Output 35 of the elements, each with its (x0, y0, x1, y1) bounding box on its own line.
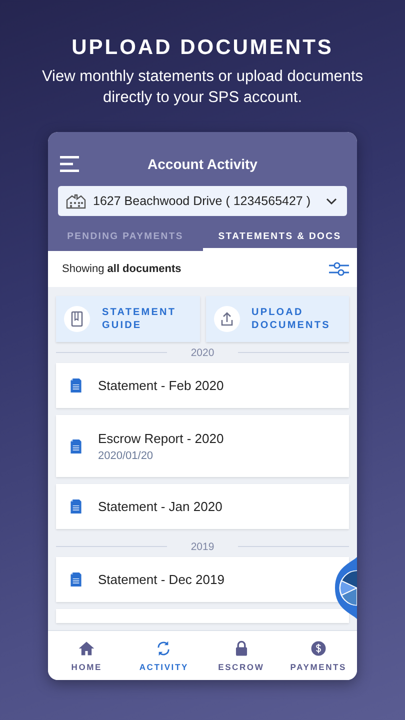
action-button[interactable]: UPLOAD DOCUMENTS (206, 296, 349, 342)
document-title: Statement - Dec 2019 (98, 572, 224, 587)
nav-tab[interactable]: PAYMENTS (280, 631, 357, 680)
document-row[interactable]: Escrow Report - 2020 2020/01/20 (56, 415, 349, 477)
document-title: Escrow Report - 2020 (98, 430, 224, 446)
account-name: 1627 Beachwood Drive ( 1234565427 ) (93, 194, 312, 208)
nav-tab[interactable]: ESCROW (202, 631, 280, 680)
nav-tab[interactable]: HOME (48, 631, 126, 680)
year-label: 2020 (190, 346, 216, 358)
document-row[interactable]: Statement - Feb 2020 (56, 363, 349, 408)
document-icon (70, 499, 82, 514)
chevron-down-icon (326, 198, 337, 204)
dollar-coin-icon (310, 640, 327, 656)
filter-icon[interactable] (329, 262, 349, 276)
floating-button[interactable] (333, 557, 357, 619)
document-title: Statement - Feb 2020 (98, 378, 224, 393)
subtitle: View monthly statements or upload documents directly to your SPS account. (40, 67, 364, 108)
document-title: Statement - Jan 2020 (98, 499, 222, 514)
building-icon (66, 193, 86, 209)
account-dropdown[interactable]: 1627 Beachwood Drive ( 1234565427 ) (58, 186, 347, 216)
menu-icon[interactable] (60, 156, 80, 172)
refresh-icon (155, 640, 172, 656)
nav-tab[interactable]: ACTIVITY (125, 631, 202, 680)
action-button[interactable]: STATEMENT GUIDE (56, 296, 200, 342)
document-icon (70, 572, 82, 587)
document-row[interactable]: Statement - Dec 2019 (56, 557, 349, 602)
document-icon (70, 438, 82, 454)
year-label: 2019 (190, 540, 216, 552)
document-icon (70, 378, 82, 393)
document-row[interactable]: Statement - Jan 2020 (56, 484, 349, 529)
filter-summary: Showing all documents (62, 263, 182, 275)
screen-title: Account Activity (146, 156, 258, 172)
home-icon (78, 640, 96, 656)
document-date: 2020/01/20 (98, 450, 154, 462)
headline: UPLOAD DOCUMENTS (70, 35, 334, 61)
